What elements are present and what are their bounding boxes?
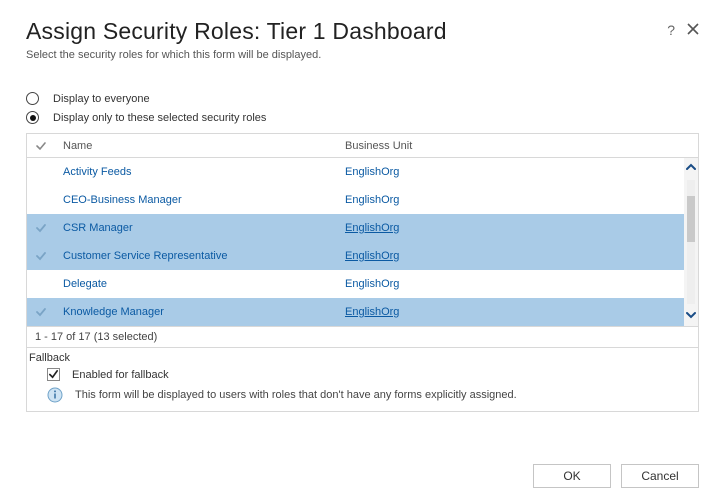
table-row[interactable]: Knowledge ManagerEnglishOrg [27,298,698,326]
column-header-name[interactable]: Name [55,140,345,152]
radio-everyone-label: Display to everyone [53,93,150,105]
scroll-up-icon[interactable] [686,158,696,178]
table-row[interactable]: CEO-Business ManagerEnglishOrg [27,186,698,214]
ok-button[interactable]: OK [533,464,611,488]
row-checkbox[interactable] [27,250,55,262]
scrollbar-thumb[interactable] [687,196,695,242]
fallback-title: Fallback [29,352,690,364]
row-checkbox[interactable] [27,306,55,318]
dialog-title: Assign Security Roles: Tier 1 Dashboard [26,18,447,45]
table-row[interactable]: CSR ManagerEnglishOrg [27,214,698,242]
grid-body: Activity FeedsEnglishOrgCEO-Business Man… [27,158,698,326]
grid-status: 1 - 17 of 17 (13 selected) [27,326,698,347]
row-business-unit[interactable]: EnglishOrg [345,222,676,234]
close-icon[interactable] [687,22,699,38]
fallback-description: This form will be displayed to users wit… [75,389,517,401]
row-name[interactable]: Knowledge Manager [55,306,345,318]
dialog-subtitle: Select the security roles for which this… [26,49,447,61]
dialog-button-bar: OK Cancel [533,464,699,488]
row-name[interactable]: Customer Service Representative [55,250,345,262]
radio-everyone[interactable] [26,92,39,105]
row-name[interactable]: CSR Manager [55,222,345,234]
row-business-unit[interactable]: EnglishOrg [345,250,676,262]
select-all-checkbox[interactable] [27,140,55,152]
row-business-unit[interactable]: EnglishOrg [345,166,676,178]
table-row[interactable]: Activity FeedsEnglishOrg [27,158,698,186]
row-name[interactable]: Activity Feeds [55,166,345,178]
dialog-header: Assign Security Roles: Tier 1 Dashboard … [26,18,699,89]
display-scope-radio-group: Display to everyone Display only to thes… [26,89,699,127]
radio-selected-roles[interactable] [26,111,39,124]
row-business-unit[interactable]: EnglishOrg [345,278,676,290]
roles-grid: Name Business Unit Activity FeedsEnglish… [26,133,699,412]
fallback-checkbox-label: Enabled for fallback [72,369,169,381]
row-checkbox[interactable] [27,222,55,234]
fallback-checkbox[interactable] [47,368,60,381]
help-icon[interactable]: ? [667,22,675,38]
row-name[interactable]: Delegate [55,278,345,290]
row-business-unit[interactable]: EnglishOrg [345,194,676,206]
table-row[interactable]: DelegateEnglishOrg [27,270,698,298]
info-icon [47,387,63,403]
assign-roles-dialog: Assign Security Roles: Tier 1 Dashboard … [0,0,725,502]
scroll-down-icon[interactable] [686,306,696,326]
vertical-scrollbar[interactable] [684,158,698,326]
row-business-unit[interactable]: EnglishOrg [345,306,676,318]
column-header-business-unit[interactable]: Business Unit [345,140,676,152]
table-row[interactable]: Customer Service RepresentativeEnglishOr… [27,242,698,270]
cancel-button[interactable]: Cancel [621,464,699,488]
fallback-section: Fallback Enabled for fallback This form … [27,347,698,411]
radio-selected-roles-label: Display only to these selected security … [53,112,266,124]
row-name[interactable]: CEO-Business Manager [55,194,345,206]
grid-header: Name Business Unit [27,134,698,158]
